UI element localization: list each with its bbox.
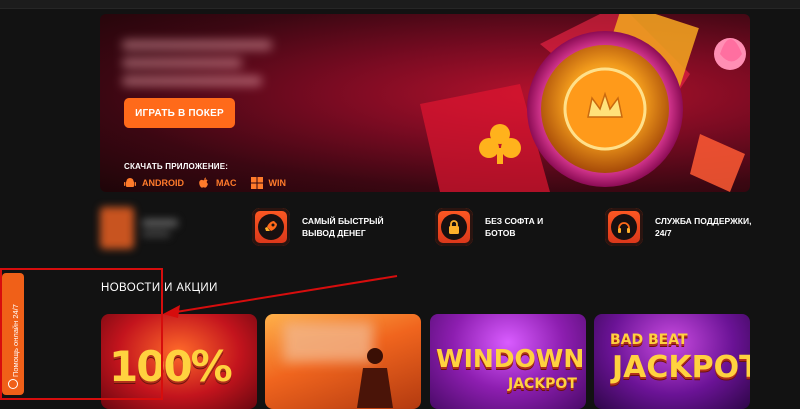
android-icon: [124, 178, 136, 187]
headset-icon: [618, 222, 630, 233]
news-card-promo[interactable]: [265, 314, 421, 409]
news-card-bad-beat-jackpot[interactable]: BAD BEAT JACKPOT: [594, 314, 750, 409]
windows-label: WIN: [268, 178, 287, 188]
platform-links: ANDROID MAC WIN: [124, 177, 286, 189]
mac-download-link[interactable]: MAC: [198, 177, 237, 189]
feature-icon-box: [435, 208, 473, 246]
top-bar: [0, 0, 800, 9]
play-poker-button[interactable]: ИГРАТЬ В ПОКЕР: [124, 98, 235, 128]
feature-no-bots: БЕЗ СОФТА И БОТОВ: [435, 208, 595, 246]
feature-fast-withdrawal: САМЫЙ БЫСТРЫЙ ВЫВОД ДЕНЕГ: [252, 208, 412, 246]
hero-headline-blurred: [122, 40, 282, 90]
apple-icon: [199, 177, 208, 188]
android-label: ANDROID: [142, 178, 184, 188]
poker-chip-illustration: [420, 14, 746, 192]
card-headline: JACKPOT: [612, 350, 750, 385]
feature-text: СЛУЖБА ПОДДЕРЖКИ, 24/7: [655, 216, 752, 238]
news-card-windown-jackpot[interactable]: WINDOWN JACKPOT: [430, 314, 586, 409]
feature-icon-box: [252, 208, 290, 246]
card-headline: 100%: [109, 342, 233, 391]
help-tab-label: Помощь онлайн 24/7: [11, 304, 20, 377]
mac-label: MAC: [216, 178, 237, 188]
help-online-tab[interactable]: Помощь онлайн 24/7: [2, 273, 24, 395]
feature-text: САМЫЙ БЫСТРЫЙ ВЫВОД ДЕНЕГ: [302, 216, 384, 238]
android-download-link[interactable]: ANDROID: [124, 177, 184, 189]
feature-support: СЛУЖБА ПОДДЕРЖКИ, 24/7: [605, 208, 765, 246]
card-subheadline: BAD BEAT: [610, 332, 688, 348]
windows-icon: [250, 177, 263, 189]
rocket-icon: [265, 221, 277, 231]
download-app-label: СКАЧАТЬ ПРИЛОЖЕНИЕ:: [124, 162, 229, 171]
chat-icon: [8, 379, 18, 389]
figure-silhouette: [357, 348, 393, 408]
card-subheadline: JACKPOT: [508, 376, 577, 392]
news-section-title: НОВОСТИ И АКЦИИ: [101, 282, 218, 294]
logo-blurred: [100, 207, 178, 249]
hero-banner: ИГРАТЬ В ПОКЕР СКАЧАТЬ ПРИЛОЖЕНИЕ: ANDRO…: [100, 14, 750, 192]
feature-icon-box: [605, 208, 643, 246]
feature-text: БЕЗ СОФТА И БОТОВ: [485, 216, 544, 238]
card-headline: WINDOWN: [436, 344, 585, 373]
windows-download-link[interactable]: WIN: [250, 177, 287, 189]
news-card-bonus-100[interactable]: 100%: [101, 314, 257, 409]
lock-icon: [449, 220, 459, 234]
